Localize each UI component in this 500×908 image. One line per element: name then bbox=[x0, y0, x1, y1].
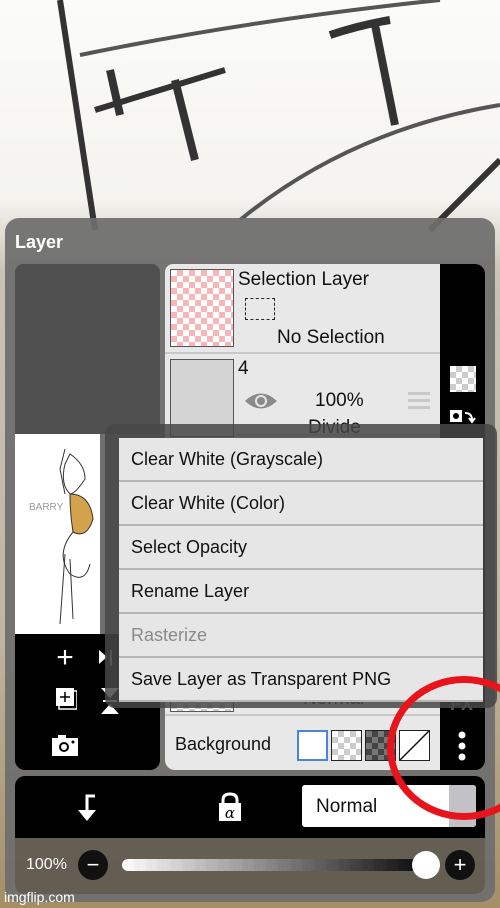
menu-item-clear-white-grayscale[interactable]: Clear White (Grayscale) bbox=[119, 438, 483, 482]
camera-button[interactable] bbox=[52, 734, 78, 756]
panel-title: Layer bbox=[15, 232, 64, 252]
layer-name: 4 bbox=[238, 358, 249, 379]
opacity-increase-button[interactable]: + bbox=[445, 850, 475, 880]
add-layer-copy-button[interactable] bbox=[53, 688, 77, 712]
selection-marquee-icon bbox=[245, 298, 275, 320]
canvas-thumbnail[interactable]: BARRY bbox=[15, 434, 100, 634]
blend-mode-value: Normal bbox=[316, 796, 378, 817]
character-sketch bbox=[59, 448, 94, 625]
watermark: imgflip.com bbox=[4, 889, 75, 905]
opacity-value: 100% bbox=[26, 856, 67, 873]
layer-context-menu: Clear White (Grayscale) Clear White (Col… bbox=[119, 438, 483, 702]
alpha-lock-icon: α bbox=[219, 792, 241, 822]
camera-icon bbox=[52, 735, 78, 756]
opacity-decrease-button[interactable]: − bbox=[78, 850, 108, 880]
opacity-slider-knob[interactable] bbox=[412, 851, 440, 879]
preview-text: BARRY bbox=[29, 502, 64, 513]
layer-opacity: 100% bbox=[315, 390, 364, 411]
selection-status: No Selection bbox=[277, 327, 385, 348]
canvas-preview-area bbox=[15, 264, 160, 434]
menu-item-select-opacity[interactable]: Select Opacity bbox=[119, 526, 483, 570]
visibility-toggle[interactable] bbox=[245, 390, 277, 417]
plus-icon: + bbox=[453, 852, 467, 877]
selection-layer-thumbnail bbox=[170, 269, 234, 347]
merge-down-button[interactable] bbox=[75, 794, 99, 827]
drag-handle[interactable] bbox=[408, 392, 430, 415]
opacity-slider-track[interactable] bbox=[122, 859, 422, 871]
add-layer-button[interactable]: + bbox=[53, 641, 77, 674]
menu-item-rename-layer[interactable]: Rename Layer bbox=[119, 570, 483, 614]
minus-icon: − bbox=[86, 852, 100, 877]
svg-text:α: α bbox=[225, 804, 235, 822]
background-white-option[interactable] bbox=[297, 730, 328, 761]
menu-item-clear-white-color[interactable]: Clear White (Color) bbox=[119, 482, 483, 526]
merge-down-arrow-icon bbox=[78, 794, 96, 821]
alpha-lock-button[interactable]: α bbox=[218, 792, 242, 827]
layer-name: Selection Layer bbox=[238, 269, 369, 290]
drag-handle-icon bbox=[408, 392, 430, 409]
background-transparent-light-option[interactable] bbox=[331, 730, 362, 761]
add-copy-icon bbox=[56, 688, 77, 710]
background-label: Background bbox=[175, 734, 272, 754]
plus-icon: + bbox=[56, 641, 74, 674]
menu-item-rasterize: Rasterize bbox=[119, 614, 483, 658]
eye-icon bbox=[245, 393, 277, 409]
transparency-toggle-button[interactable] bbox=[450, 366, 476, 392]
layer-row-selection[interactable]: Selection Layer No Selection bbox=[165, 264, 440, 354]
